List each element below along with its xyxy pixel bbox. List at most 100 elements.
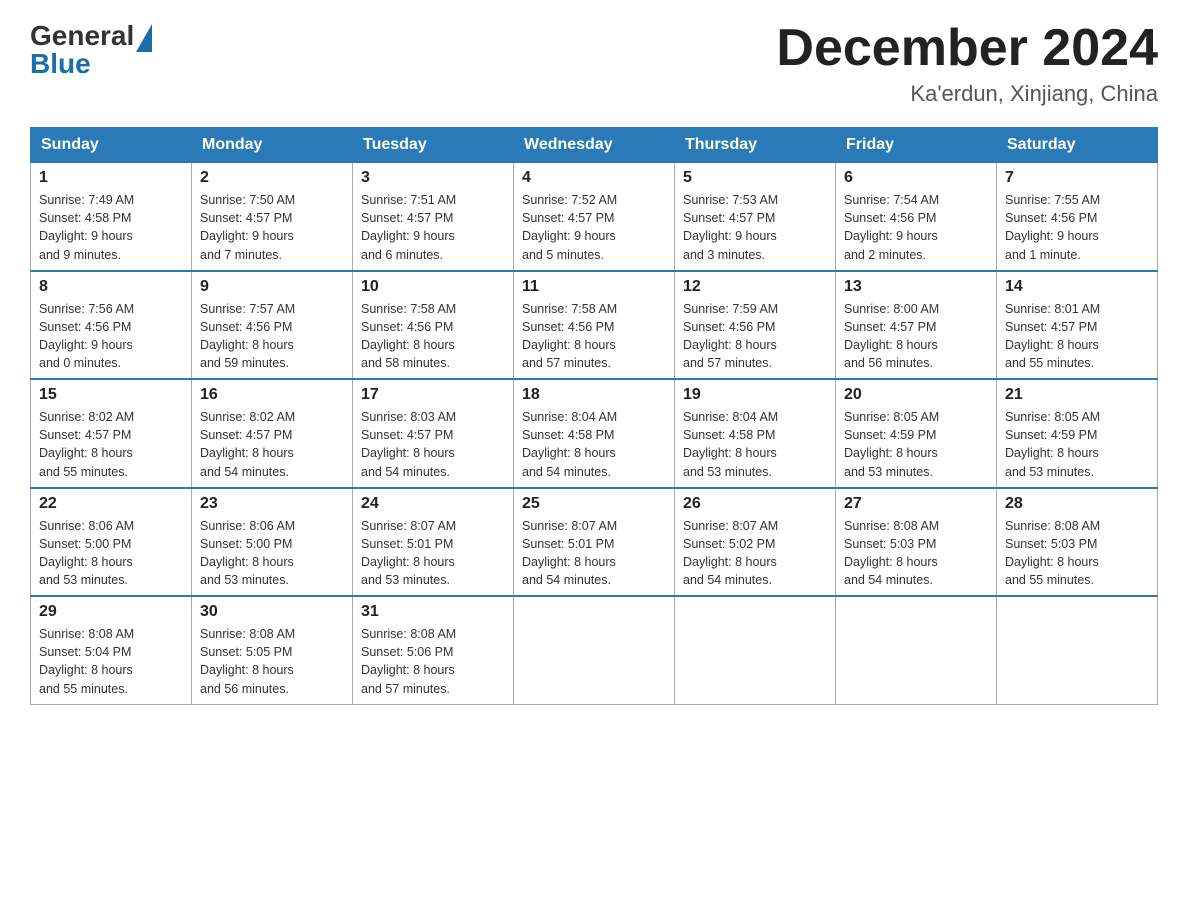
day-cell: 11 Sunrise: 7:58 AM Sunset: 4:56 PM Dayli… <box>514 271 675 380</box>
week-row-2: 8 Sunrise: 7:56 AM Sunset: 4:56 PM Daylig… <box>31 271 1158 380</box>
day-info: Sunrise: 8:08 AM Sunset: 5:04 PM Dayligh… <box>39 625 183 698</box>
day-info: Sunrise: 8:04 AM Sunset: 4:58 PM Dayligh… <box>683 408 827 481</box>
day-info: Sunrise: 7:57 AM Sunset: 4:56 PM Dayligh… <box>200 300 344 373</box>
day-info: Sunrise: 8:08 AM Sunset: 5:03 PM Dayligh… <box>844 517 988 590</box>
day-number: 22 <box>39 495 183 513</box>
week-row-5: 29 Sunrise: 8:08 AM Sunset: 5:04 PM Dayli… <box>31 596 1158 704</box>
day-info: Sunrise: 8:07 AM Sunset: 5:01 PM Dayligh… <box>522 517 666 590</box>
day-number: 3 <box>361 169 505 187</box>
day-info: Sunrise: 7:59 AM Sunset: 4:56 PM Dayligh… <box>683 300 827 373</box>
day-number: 28 <box>1005 495 1149 513</box>
day-cell: 29 Sunrise: 8:08 AM Sunset: 5:04 PM Dayli… <box>31 596 192 704</box>
week-row-4: 22 Sunrise: 8:06 AM Sunset: 5:00 PM Dayli… <box>31 488 1158 597</box>
day-number: 12 <box>683 278 827 296</box>
week-row-1: 1 Sunrise: 7:49 AM Sunset: 4:58 PM Daylig… <box>31 163 1158 271</box>
day-number: 9 <box>200 278 344 296</box>
day-cell <box>836 596 997 704</box>
logo-container: General Blue <box>30 20 152 80</box>
day-cell: 1 Sunrise: 7:49 AM Sunset: 4:58 PM Daylig… <box>31 163 192 271</box>
day-info: Sunrise: 8:08 AM Sunset: 5:05 PM Dayligh… <box>200 625 344 698</box>
day-number: 8 <box>39 278 183 296</box>
day-info: Sunrise: 8:02 AM Sunset: 4:57 PM Dayligh… <box>200 408 344 481</box>
day-info: Sunrise: 8:08 AM Sunset: 5:06 PM Dayligh… <box>361 625 505 698</box>
day-number: 31 <box>361 603 505 621</box>
day-info: Sunrise: 7:58 AM Sunset: 4:56 PM Dayligh… <box>522 300 666 373</box>
day-cell: 2Sunrise: 7:50 AM Sunset: 4:57 PM Daylig… <box>192 163 353 271</box>
day-info: Sunrise: 8:05 AM Sunset: 4:59 PM Dayligh… <box>1005 408 1149 481</box>
day-cell: 6 Sunrise: 7:54 AM Sunset: 4:56 PM Daylig… <box>836 163 997 271</box>
day-info: Sunrise: 8:00 AM Sunset: 4:57 PM Dayligh… <box>844 300 988 373</box>
day-number: 24 <box>361 495 505 513</box>
day-cell: 3 Sunrise: 7:51 AM Sunset: 4:57 PM Daylig… <box>353 163 514 271</box>
header-cell-monday: Monday <box>192 128 353 163</box>
day-number: 2 <box>200 169 344 187</box>
day-info: Sunrise: 8:06 AM Sunset: 5:00 PM Dayligh… <box>39 517 183 590</box>
day-cell: 24 Sunrise: 8:07 AM Sunset: 5:01 PM Dayli… <box>353 488 514 597</box>
day-number: 20 <box>844 386 988 404</box>
day-info: Sunrise: 8:03 AM Sunset: 4:57 PM Dayligh… <box>361 408 505 481</box>
day-number: 7 <box>1005 169 1149 187</box>
day-number: 4 <box>522 169 666 187</box>
day-info: Sunrise: 7:49 AM Sunset: 4:58 PM Dayligh… <box>39 191 183 264</box>
day-number: 23 <box>200 495 344 513</box>
day-cell: 4 Sunrise: 7:52 AM Sunset: 4:57 PM Daylig… <box>514 163 675 271</box>
header-row: SundayMondayTuesdayWednesdayThursdayFrid… <box>31 128 1158 163</box>
day-number: 26 <box>683 495 827 513</box>
day-cell <box>514 596 675 704</box>
day-number: 19 <box>683 386 827 404</box>
day-number: 16 <box>200 386 344 404</box>
day-info: Sunrise: 7:55 AM Sunset: 4:56 PM Dayligh… <box>1005 191 1149 264</box>
day-cell: 28Sunrise: 8:08 AM Sunset: 5:03 PM Dayli… <box>997 488 1158 597</box>
day-number: 18 <box>522 386 666 404</box>
header-cell-sunday: Sunday <box>31 128 192 163</box>
day-cell: 20 Sunrise: 8:05 AM Sunset: 4:59 PM Dayli… <box>836 379 997 488</box>
day-cell: 5 Sunrise: 7:53 AM Sunset: 4:57 PM Daylig… <box>675 163 836 271</box>
day-cell: 8 Sunrise: 7:56 AM Sunset: 4:56 PM Daylig… <box>31 271 192 380</box>
day-cell: 30 Sunrise: 8:08 AM Sunset: 5:05 PM Dayli… <box>192 596 353 704</box>
day-number: 29 <box>39 603 183 621</box>
calendar-subtitle: Ka'erdun, Xinjiang, China <box>776 81 1158 107</box>
logo-triangle-icon <box>136 24 152 52</box>
calendar-table: SundayMondayTuesdayWednesdayThursdayFrid… <box>30 127 1158 705</box>
page-header: General Blue December 2024 Ka'erdun, Xin… <box>30 20 1158 107</box>
day-cell: 26Sunrise: 8:07 AM Sunset: 5:02 PM Dayli… <box>675 488 836 597</box>
day-cell: 10 Sunrise: 7:58 AM Sunset: 4:56 PM Dayli… <box>353 271 514 380</box>
week-row-3: 15 Sunrise: 8:02 AM Sunset: 4:57 PM Dayli… <box>31 379 1158 488</box>
day-number: 1 <box>39 169 183 187</box>
day-number: 11 <box>522 278 666 296</box>
day-info: Sunrise: 8:07 AM Sunset: 5:01 PM Dayligh… <box>361 517 505 590</box>
day-number: 15 <box>39 386 183 404</box>
calendar-title: December 2024 <box>776 20 1158 77</box>
day-number: 10 <box>361 278 505 296</box>
day-cell: 15 Sunrise: 8:02 AM Sunset: 4:57 PM Dayli… <box>31 379 192 488</box>
logo: General Blue <box>30 20 152 80</box>
day-cell: 23Sunrise: 8:06 AM Sunset: 5:00 PM Dayli… <box>192 488 353 597</box>
title-block: December 2024 Ka'erdun, Xinjiang, China <box>776 20 1158 107</box>
day-cell: 17Sunrise: 8:03 AM Sunset: 4:57 PM Dayli… <box>353 379 514 488</box>
day-cell: 25 Sunrise: 8:07 AM Sunset: 5:01 PM Dayli… <box>514 488 675 597</box>
header-cell-thursday: Thursday <box>675 128 836 163</box>
day-info: Sunrise: 7:51 AM Sunset: 4:57 PM Dayligh… <box>361 191 505 264</box>
day-number: 6 <box>844 169 988 187</box>
day-cell: 27Sunrise: 8:08 AM Sunset: 5:03 PM Dayli… <box>836 488 997 597</box>
day-info: Sunrise: 8:05 AM Sunset: 4:59 PM Dayligh… <box>844 408 988 481</box>
day-cell: 13Sunrise: 8:00 AM Sunset: 4:57 PM Dayli… <box>836 271 997 380</box>
day-info: Sunrise: 7:56 AM Sunset: 4:56 PM Dayligh… <box>39 300 183 373</box>
day-info: Sunrise: 7:53 AM Sunset: 4:57 PM Dayligh… <box>683 191 827 264</box>
day-info: Sunrise: 8:04 AM Sunset: 4:58 PM Dayligh… <box>522 408 666 481</box>
header-cell-friday: Friday <box>836 128 997 163</box>
day-info: Sunrise: 7:52 AM Sunset: 4:57 PM Dayligh… <box>522 191 666 264</box>
day-info: Sunrise: 7:54 AM Sunset: 4:56 PM Dayligh… <box>844 191 988 264</box>
day-cell: 19 Sunrise: 8:04 AM Sunset: 4:58 PM Dayli… <box>675 379 836 488</box>
day-info: Sunrise: 7:58 AM Sunset: 4:56 PM Dayligh… <box>361 300 505 373</box>
logo-blue: Blue <box>30 48 91 79</box>
day-info: Sunrise: 8:02 AM Sunset: 4:57 PM Dayligh… <box>39 408 183 481</box>
header-cell-tuesday: Tuesday <box>353 128 514 163</box>
day-number: 25 <box>522 495 666 513</box>
day-info: Sunrise: 8:01 AM Sunset: 4:57 PM Dayligh… <box>1005 300 1149 373</box>
day-number: 5 <box>683 169 827 187</box>
day-cell: 21Sunrise: 8:05 AM Sunset: 4:59 PM Dayli… <box>997 379 1158 488</box>
day-cell: 9 Sunrise: 7:57 AM Sunset: 4:56 PM Daylig… <box>192 271 353 380</box>
day-cell: 12 Sunrise: 7:59 AM Sunset: 4:56 PM Dayli… <box>675 271 836 380</box>
day-number: 30 <box>200 603 344 621</box>
